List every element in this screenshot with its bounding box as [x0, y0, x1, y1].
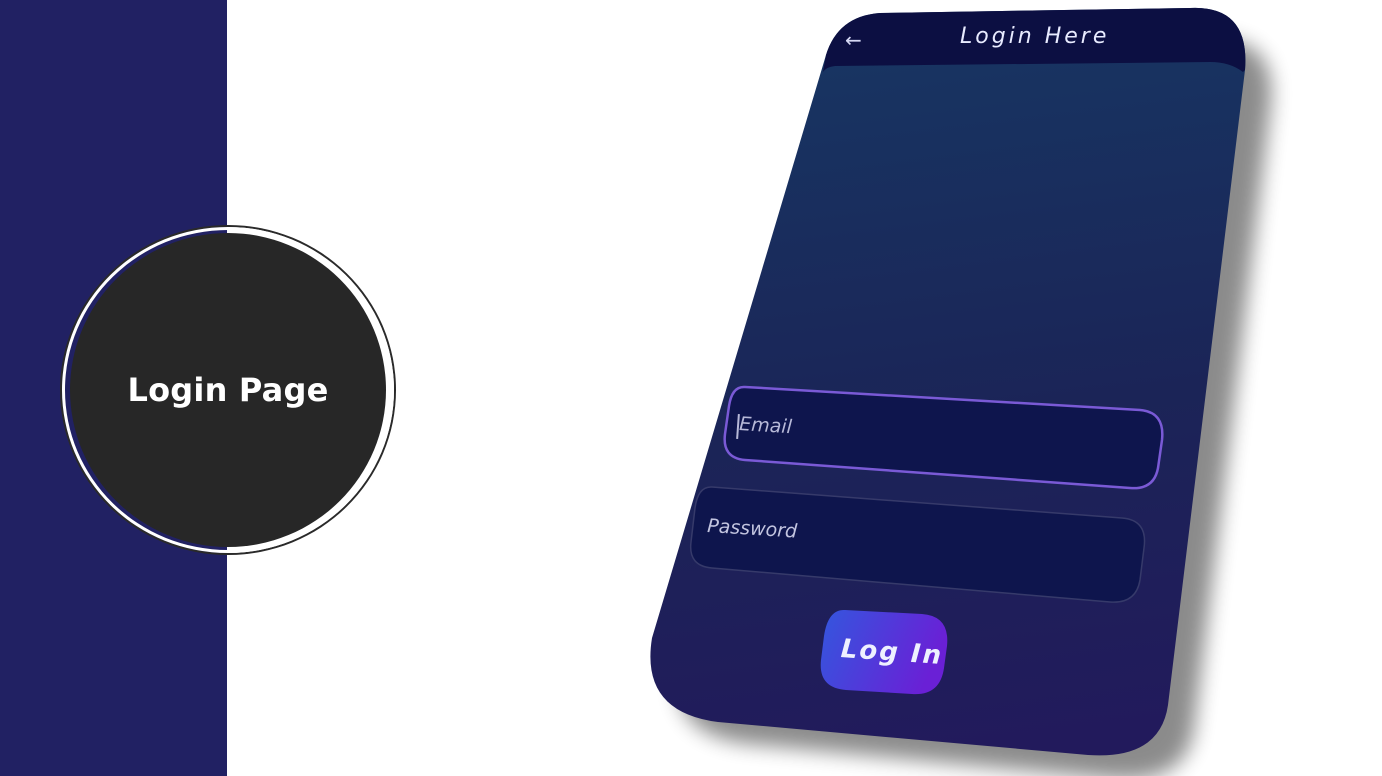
phone-mockup	[650, 7, 1272, 776]
phone-screen	[650, 7, 1246, 756]
email-placeholder: Email	[738, 413, 793, 439]
header-title: Login Here	[960, 24, 1110, 49]
arrow-left-icon[interactable]: ←	[845, 28, 862, 52]
